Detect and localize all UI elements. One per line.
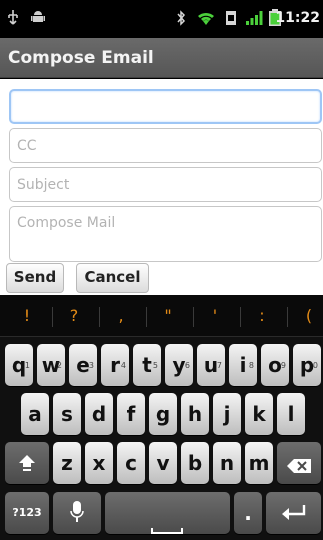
send-button[interactable]: Send [6,263,64,293]
suggestion-divider [193,307,194,327]
key-o[interactable]: 9o [261,344,289,386]
enter-key[interactable] [266,492,321,534]
sim-icon [224,9,238,33]
suggestion-divider [240,307,241,327]
cancel-button[interactable]: Cancel [76,263,149,293]
suggestion-question[interactable]: ? [64,306,84,325]
suggestion-comma[interactable]: , [111,306,131,325]
backspace-key[interactable] [277,442,321,484]
key-y[interactable]: 6y [165,344,193,386]
signal-icon [245,9,263,33]
clock-time: 11:22 [275,10,320,26]
suggestion-bar: ! ? , " ' : ( [0,295,323,337]
key-q[interactable]: 1q [5,344,33,386]
microphone-key[interactable] [53,492,101,534]
space-icon [151,516,183,540]
symbols-key[interactable]: ?123 [5,492,49,534]
page-title: Compose Email [8,48,154,68]
key-r[interactable]: 4r [101,344,129,386]
suggestion-colon[interactable]: : [252,306,272,325]
key-d[interactable]: d [85,393,113,435]
soft-keyboard: ! ? , " ' : ( 1q 2w 3e 4r 5t 6y 7u 8i 9o… [0,295,323,540]
key-p[interactable]: 0p [293,344,321,386]
android-debug-icon [30,9,46,31]
status-bar: 11:22 [0,0,323,38]
key-u[interactable]: 7u [197,344,225,386]
suggestion-divider [146,307,147,327]
key-h[interactable]: h [181,393,209,435]
enter-icon [281,503,307,528]
key-a[interactable]: a [21,393,49,435]
microphone-icon [70,500,84,529]
to-field[interactable] [9,89,322,124]
suggestion-divider [52,307,53,327]
shift-key[interactable] [5,442,49,484]
key-i[interactable]: 8i [229,344,257,386]
compose-form: Send Cancel [0,79,323,295]
phone-screen: 11:22 Compose Email Send Cancel ! ? , " … [0,0,323,540]
key-g[interactable]: g [149,393,177,435]
wifi-icon [196,9,216,33]
suggestion-exclamation[interactable]: ! [17,306,37,325]
key-j[interactable]: j [213,393,241,435]
suggestion-paren[interactable]: ( [299,306,319,325]
key-s[interactable]: s [53,393,81,435]
space-key[interactable] [105,492,230,534]
key-l[interactable]: l [277,393,305,435]
suggestion-apostrophe[interactable]: ' [205,306,225,325]
key-c[interactable]: c [117,442,145,484]
body-field[interactable] [9,206,322,262]
key-m[interactable]: m [245,442,273,484]
suggestion-divider [99,307,100,327]
suggestion-divider [287,307,288,327]
bluetooth-icon [176,9,186,33]
suggestion-quote[interactable]: " [158,306,178,325]
key-b[interactable]: b [181,442,209,484]
usb-icon [6,9,20,33]
key-v[interactable]: v [149,442,177,484]
key-k[interactable]: k [245,393,273,435]
title-bar: Compose Email [0,38,323,78]
key-f[interactable]: f [117,393,145,435]
backspace-icon [286,455,312,479]
key-x[interactable]: x [85,442,113,484]
period-key[interactable]: . [234,492,262,534]
subject-field[interactable] [9,167,322,202]
shift-icon [18,453,36,478]
cc-field[interactable] [9,128,322,163]
key-w[interactable]: 2w [37,344,65,386]
key-n[interactable]: n [213,442,241,484]
key-e[interactable]: 3e [69,344,97,386]
key-z[interactable]: z [53,442,81,484]
key-t[interactable]: 5t [133,344,161,386]
